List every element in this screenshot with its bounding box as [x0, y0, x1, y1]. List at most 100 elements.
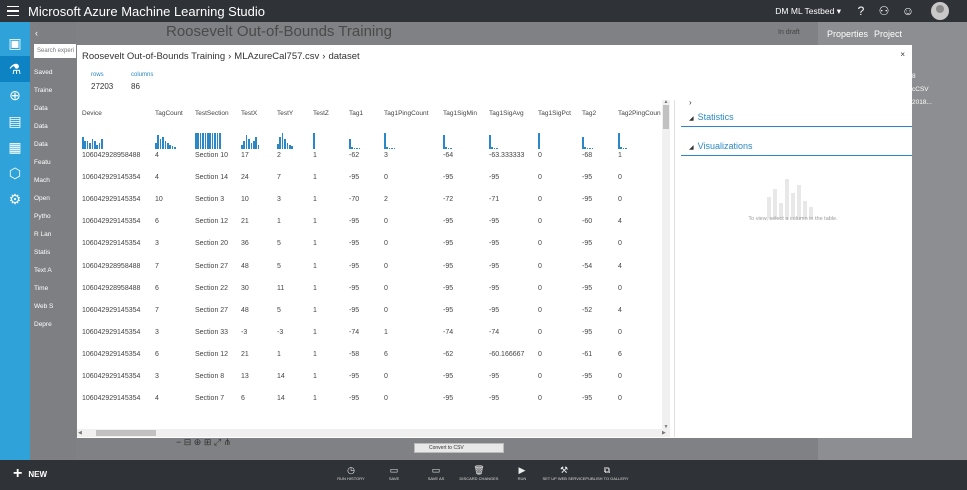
- table-cell[interactable]: -95: [443, 174, 453, 181]
- table-cell[interactable]: 14: [277, 373, 285, 380]
- table-cell[interactable]: 0: [618, 196, 622, 203]
- table-cell[interactable]: 1: [313, 395, 317, 402]
- table-cell[interactable]: -95: [349, 218, 359, 225]
- hamburger-menu-icon[interactable]: [0, 0, 26, 22]
- column-histogram[interactable]: [582, 133, 612, 149]
- table-cell[interactable]: 10: [241, 196, 249, 203]
- table-cell[interactable]: -95: [582, 373, 592, 380]
- table-cell[interactable]: 106042929145354: [82, 240, 140, 247]
- table-cell[interactable]: 4: [155, 152, 159, 159]
- scrollbar-thumb[interactable]: [663, 105, 669, 129]
- table-cell[interactable]: 0: [538, 351, 542, 358]
- table-cell[interactable]: 10: [155, 196, 163, 203]
- settings-icon[interactable]: ⚙: [0, 186, 30, 212]
- column-header[interactable]: Tag1: [349, 110, 363, 117]
- table-cell[interactable]: 0: [538, 174, 542, 181]
- table-cell[interactable]: -58: [349, 351, 359, 358]
- new-button[interactable]: + NEW: [13, 466, 47, 482]
- column-histogram[interactable]: [538, 133, 568, 149]
- table-cell[interactable]: 0: [384, 395, 388, 402]
- table-cell[interactable]: -68: [582, 152, 592, 159]
- table-cell[interactable]: -95: [443, 307, 453, 314]
- table-cell[interactable]: 1: [277, 351, 281, 358]
- palette-item[interactable]: Traine: [34, 87, 52, 94]
- people-icon[interactable]: ⚇: [876, 3, 892, 19]
- table-cell[interactable]: 7: [277, 174, 281, 181]
- table-cell[interactable]: 1: [313, 218, 317, 225]
- table-cell[interactable]: 13: [241, 373, 249, 380]
- table-cell[interactable]: -95: [489, 285, 499, 292]
- column-histogram[interactable]: [618, 133, 648, 149]
- table-cell[interactable]: 6: [618, 351, 622, 358]
- tab-project[interactable]: Project: [874, 29, 902, 39]
- table-cell[interactable]: 6: [384, 351, 388, 358]
- close-icon[interactable]: ×: [900, 50, 905, 59]
- table-cell[interactable]: 0: [384, 307, 388, 314]
- table-cell[interactable]: 0: [538, 395, 542, 402]
- table-cell[interactable]: -95: [443, 240, 453, 247]
- table-cell[interactable]: -95: [489, 174, 499, 181]
- table-cell[interactable]: 0: [538, 373, 542, 380]
- table-cell[interactable]: 2: [384, 196, 388, 203]
- table-cell[interactable]: -95: [443, 395, 453, 402]
- table-cell[interactable]: Section 22: [195, 285, 228, 292]
- table-cell[interactable]: Section 33: [195, 329, 228, 336]
- table-cell[interactable]: 106042929145354: [82, 174, 140, 181]
- palette-item[interactable]: Data: [34, 123, 48, 130]
- table-cell[interactable]: 3: [155, 373, 159, 380]
- table-cell[interactable]: 106042929145354: [82, 307, 140, 314]
- palette-collapse-icon[interactable]: ‹: [35, 28, 38, 38]
- horizontal-scrollbar[interactable]: ◀ ▶: [77, 429, 670, 437]
- table-cell[interactable]: 0: [538, 329, 542, 336]
- column-histogram[interactable]: [155, 133, 185, 149]
- vertical-scrollbar[interactable]: ▲ ▼: [662, 99, 670, 430]
- column-header[interactable]: Tag1SigPct: [538, 110, 571, 117]
- table-cell[interactable]: -95: [349, 240, 359, 247]
- table-cell[interactable]: 1: [313, 307, 317, 314]
- table-cell[interactable]: -3: [241, 329, 247, 336]
- table-cell[interactable]: 0: [384, 240, 388, 247]
- palette-item[interactable]: Mach: [34, 177, 50, 184]
- table-cell[interactable]: -95: [489, 373, 499, 380]
- table-cell[interactable]: 1: [618, 152, 622, 159]
- table-cell[interactable]: -74: [443, 329, 453, 336]
- table-cell[interactable]: 0: [618, 240, 622, 247]
- table-cell[interactable]: 0: [384, 218, 388, 225]
- notebooks-icon[interactable]: ▤: [0, 108, 30, 134]
- web-services-icon[interactable]: ⊕: [0, 82, 30, 108]
- table-cell[interactable]: 0: [618, 174, 622, 181]
- column-header[interactable]: TestX: [241, 110, 257, 117]
- table-cell[interactable]: 1: [313, 329, 317, 336]
- table-cell[interactable]: -63.333333: [489, 152, 524, 159]
- palette-item[interactable]: Text A: [34, 267, 52, 274]
- table-cell[interactable]: 4: [618, 263, 622, 270]
- table-cell[interactable]: 106042929145354: [82, 218, 140, 225]
- run-button[interactable]: ▶ RUN: [500, 464, 544, 481]
- table-cell[interactable]: -64: [443, 152, 453, 159]
- table-cell[interactable]: Section 20: [195, 240, 228, 247]
- table-cell[interactable]: 106042928958488: [82, 152, 140, 159]
- table-cell[interactable]: Section 12: [195, 351, 228, 358]
- datasets-icon[interactable]: ▦: [0, 134, 30, 160]
- help-icon[interactable]: ?: [853, 3, 869, 19]
- table-cell[interactable]: 48: [241, 307, 249, 314]
- column-header[interactable]: Device: [82, 110, 102, 117]
- table-cell[interactable]: 17: [241, 152, 249, 159]
- table-cell[interactable]: -95: [582, 174, 592, 181]
- table-cell[interactable]: Section 3: [195, 196, 224, 203]
- discard-changes-button[interactable]: 🗑 DISCARD CHANGES: [457, 464, 501, 481]
- table-cell[interactable]: 6: [155, 218, 159, 225]
- table-cell[interactable]: -54: [582, 263, 592, 270]
- table-cell[interactable]: 4: [155, 395, 159, 402]
- table-cell[interactable]: -95: [489, 218, 499, 225]
- palette-search-input[interactable]: Search experi: [34, 44, 76, 58]
- column-header[interactable]: Tag2PingCoun: [618, 110, 661, 117]
- table-cell[interactable]: 106042929145354: [82, 395, 140, 402]
- set-up-web-service-button[interactable]: ⚒ SET UP WEB SERVICE: [542, 464, 586, 481]
- table-cell[interactable]: 5: [277, 240, 281, 247]
- palette-item[interactable]: Statis: [34, 249, 50, 256]
- scroll-right-icon[interactable]: ▶: [662, 429, 666, 437]
- table-cell[interactable]: 11: [277, 285, 284, 292]
- workspace-selector[interactable]: DM ML Testbed ▾: [775, 6, 841, 17]
- table-cell[interactable]: -95: [349, 307, 359, 314]
